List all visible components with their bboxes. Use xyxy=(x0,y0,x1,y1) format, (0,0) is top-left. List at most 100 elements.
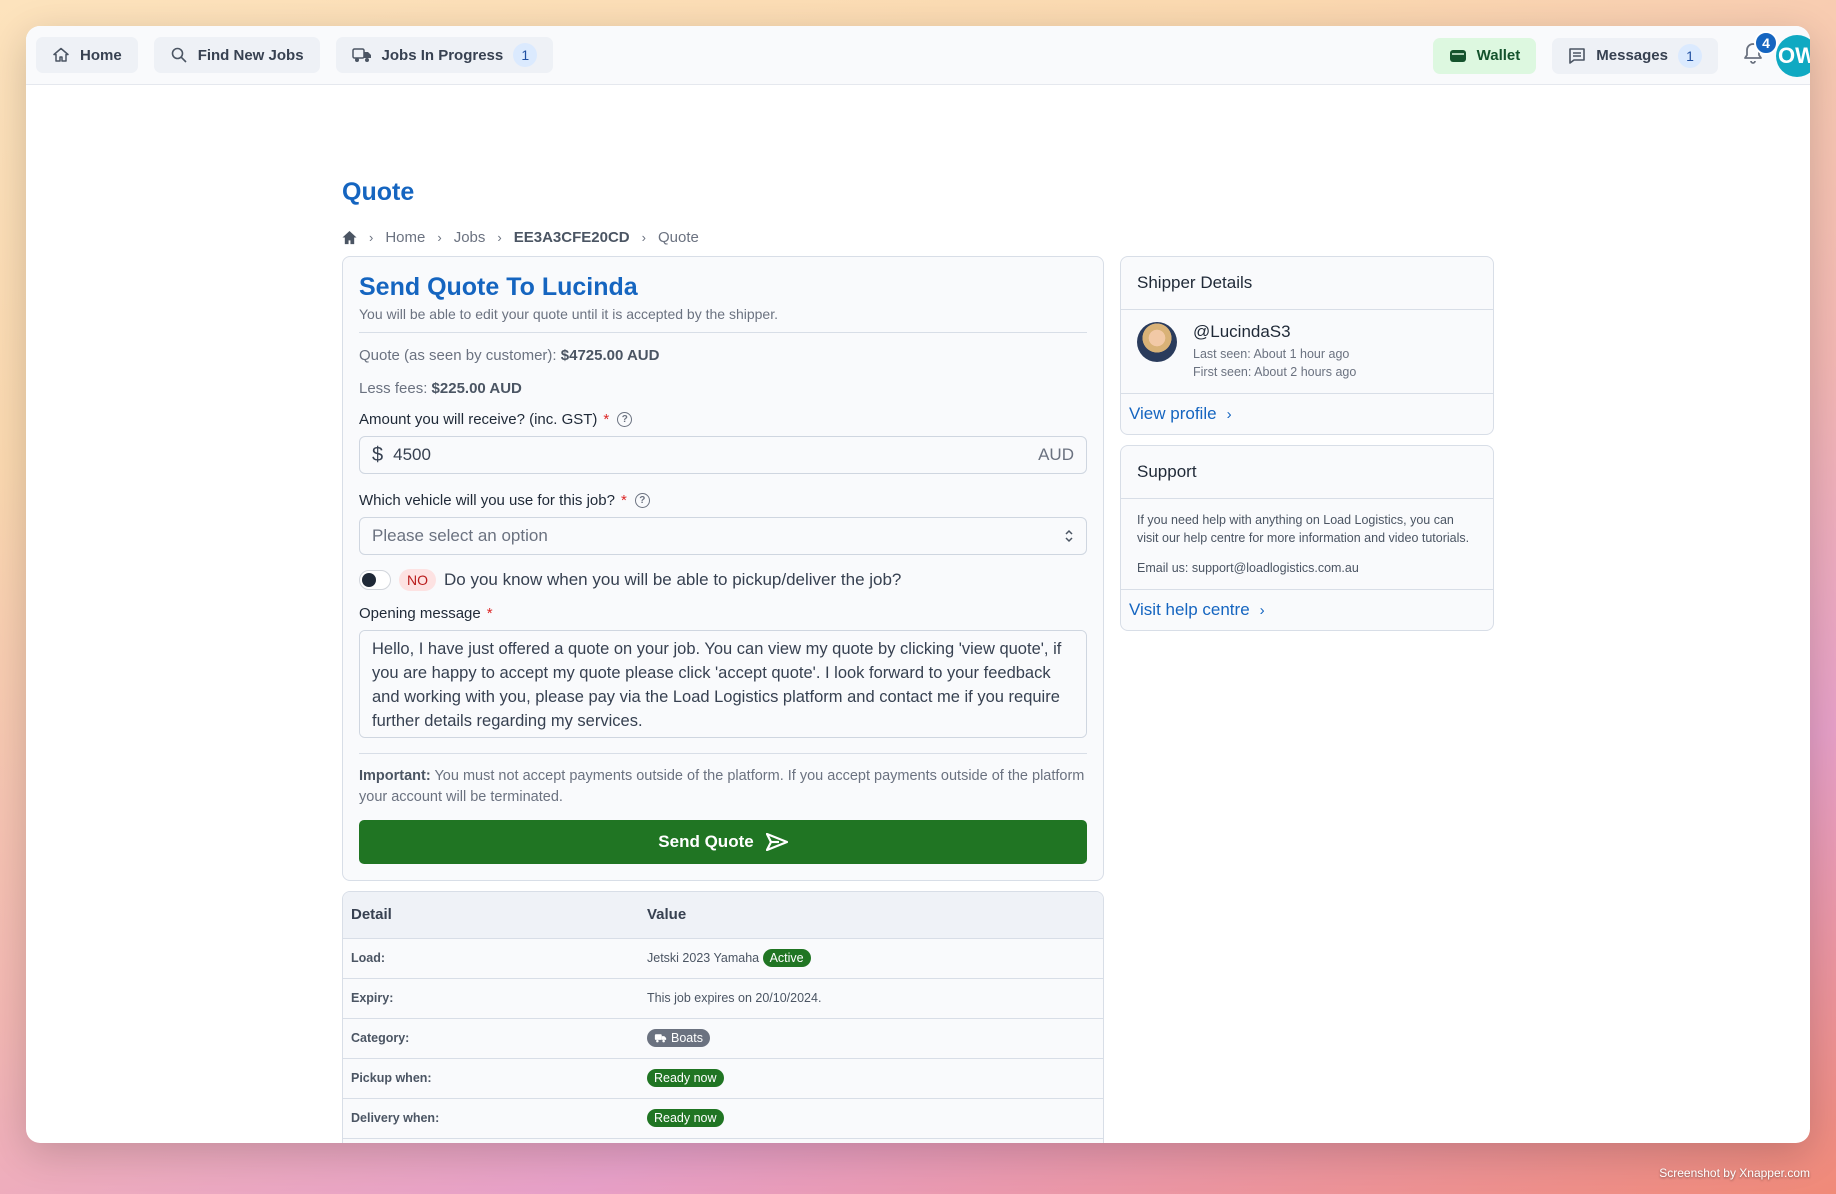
important-label: Important: xyxy=(359,768,431,784)
row-value: Ready now xyxy=(639,1058,1103,1099)
shipper-last-seen: Last seen: About 1 hour ago xyxy=(1193,347,1350,361)
pickup-badge: Ready now xyxy=(647,1069,724,1087)
chevron-right-icon: › xyxy=(1226,405,1232,423)
toggle-knob xyxy=(362,573,376,587)
row-key: Expiry: xyxy=(343,978,639,1019)
row-key: Pickup when: xyxy=(343,1058,639,1099)
breadcrumb-home-icon[interactable] xyxy=(342,230,357,245)
breadcrumb-jobs[interactable]: Jobs xyxy=(454,229,486,246)
left-column: Send Quote To Lucinda You will be able t… xyxy=(342,256,1104,1143)
customer-quote-label: Quote (as seen by customer): xyxy=(359,347,557,364)
support-email: Email us: support@loadlogistics.com.au xyxy=(1137,561,1359,575)
nav-home-label: Home xyxy=(80,46,122,64)
right-column: Shipper Details @LucindaS3 Last seen: Ab… xyxy=(1120,256,1494,1143)
home-icon xyxy=(52,46,70,64)
notifications-count-badge: 4 xyxy=(1754,30,1778,55)
shipper-username: @LucindaS3 xyxy=(1193,322,1291,341)
view-profile-link[interactable]: View profile › xyxy=(1121,394,1493,434)
status-badge: Active xyxy=(762,949,811,967)
fees-value: $225.00 AUD xyxy=(431,380,522,397)
amount-input[interactable] xyxy=(393,445,1039,465)
jobs-in-progress-count-badge: 1 xyxy=(513,43,538,67)
support-text: If you need help with anything on Load L… xyxy=(1137,513,1470,545)
required-asterisk: * xyxy=(620,492,627,509)
amount-field[interactable]: $ AUD xyxy=(359,436,1087,474)
row-key: Delivery when: xyxy=(343,1098,639,1139)
amount-label-text: Amount you will receive? (inc. GST) xyxy=(359,411,598,428)
vehicle-label-text: Which vehicle will you use for this job? xyxy=(359,492,615,509)
currency-suffix: AUD xyxy=(1038,445,1074,464)
shipper-details-card: Shipper Details @LucindaS3 Last seen: Ab… xyxy=(1120,256,1494,435)
help-icon[interactable]: ? xyxy=(634,493,650,508)
messages-button[interactable]: Messages 1 xyxy=(1552,37,1718,74)
toggle-question: Do you know when you will be able to pic… xyxy=(444,570,902,589)
pickup-known-row: NO Do you know when you will be able to … xyxy=(359,569,1087,591)
messages-count-badge: 1 xyxy=(1678,43,1702,68)
support-body: If you need help with anything on Load L… xyxy=(1121,499,1493,590)
search-icon xyxy=(170,46,188,64)
send-quote-label: Send Quote xyxy=(658,832,754,851)
vehicle-select[interactable]: Please select an option xyxy=(359,517,1087,555)
send-quote-button[interactable]: Send Quote xyxy=(359,820,1087,864)
notifications-button[interactable]: 4 xyxy=(1738,30,1778,71)
message-icon xyxy=(1568,47,1586,65)
shipper-profile: @LucindaS3 Last seen: About 1 hour ago F… xyxy=(1121,310,1493,394)
user-avatar[interactable]: OW xyxy=(1776,34,1810,77)
row-value: Boats xyxy=(639,1018,1103,1059)
opening-message-textarea[interactable]: Hello, I have just offered a quote on yo… xyxy=(359,630,1087,738)
visit-help-centre-link[interactable]: Visit help centre › xyxy=(1121,590,1493,630)
view-profile-label: View profile xyxy=(1129,404,1217,423)
message-label-text: Opening message xyxy=(359,605,481,622)
category-label: Boats xyxy=(671,1031,703,1045)
table-row: Load: Jetski 2023 Yamaha Active xyxy=(343,938,1103,979)
breadcrumb-home[interactable]: Home xyxy=(385,229,425,246)
load-name: Jetski 2023 Yamaha xyxy=(647,951,760,965)
table-row: Pickup when: Ready now xyxy=(343,1058,1103,1099)
chevron-right-icon: › xyxy=(497,230,502,245)
shipper-avatar xyxy=(1137,322,1177,362)
breadcrumb-job-id[interactable]: EE3A3CFE20CD xyxy=(514,229,630,246)
row-key: Category: xyxy=(343,1018,639,1059)
customer-quote-value: $4725.00 AUD xyxy=(560,347,660,364)
shipper-details-heading: Shipper Details xyxy=(1121,257,1493,310)
chevron-right-icon: › xyxy=(641,230,646,245)
truck-icon xyxy=(351,46,372,64)
messages-label: Messages xyxy=(1596,47,1668,64)
divider xyxy=(359,753,1087,754)
nav-find-jobs-button[interactable]: Find New Jobs xyxy=(153,37,320,73)
vehicle-label: Which vehicle will you use for this job?… xyxy=(359,492,1087,509)
row-key: Estimated distance: xyxy=(343,1138,639,1143)
quote-title: Send Quote To Lucinda xyxy=(359,273,638,301)
row-value: This job expires on 20/10/2024. xyxy=(639,978,1103,1019)
wallet-button[interactable]: Wallet xyxy=(1432,37,1537,74)
support-card: Support If you need help with anything o… xyxy=(1120,445,1494,631)
quote-subtitle: You will be able to edit your quote unti… xyxy=(359,306,1087,333)
important-text: You must not accept payments outside of … xyxy=(359,768,1085,805)
table-row: Delivery when: Ready now xyxy=(343,1098,1103,1139)
delivery-badge: Ready now xyxy=(647,1109,724,1127)
required-asterisk: * xyxy=(486,605,493,622)
chevron-right-icon: › xyxy=(369,230,374,245)
dollar-icon: $ xyxy=(372,443,384,466)
fees-line: Less fees: $225.00 AUD xyxy=(359,380,1087,397)
chevron-right-icon: › xyxy=(1259,601,1265,619)
chevron-up-down-icon xyxy=(1064,528,1074,544)
toggle-state-badge: NO xyxy=(399,569,436,591)
pickup-known-toggle[interactable] xyxy=(359,570,391,590)
fees-label: Less fees: xyxy=(359,380,428,397)
breadcrumb-current: Quote xyxy=(657,229,699,246)
table-row: Expiry: This job expires on 20/10/2024. xyxy=(343,978,1103,1019)
required-asterisk: * xyxy=(603,411,610,428)
nav-home-button[interactable]: Home xyxy=(36,37,138,73)
breadcrumb: › Home › Jobs › EE3A3CFE20CD › Quote xyxy=(342,229,1522,246)
nav-jobs-in-progress-button[interactable]: Jobs In Progress 1 xyxy=(335,37,554,73)
row-value: Calculating... xyxy=(639,1138,1103,1143)
watermark: Screenshot by Xnapper.com xyxy=(1659,1166,1810,1180)
table-header-value: Value xyxy=(639,892,1103,939)
help-icon[interactable]: ? xyxy=(617,412,633,427)
important-notice: Important: You must not accept payments … xyxy=(359,766,1087,808)
shipper-info: @LucindaS3 Last seen: About 1 hour ago F… xyxy=(1193,322,1356,381)
app-window: Home Find New Jobs Jobs In Progress 1 Wa… xyxy=(26,26,1810,1143)
page-title: Quote xyxy=(342,178,415,206)
table-header-row: Detail Value xyxy=(343,892,1103,939)
